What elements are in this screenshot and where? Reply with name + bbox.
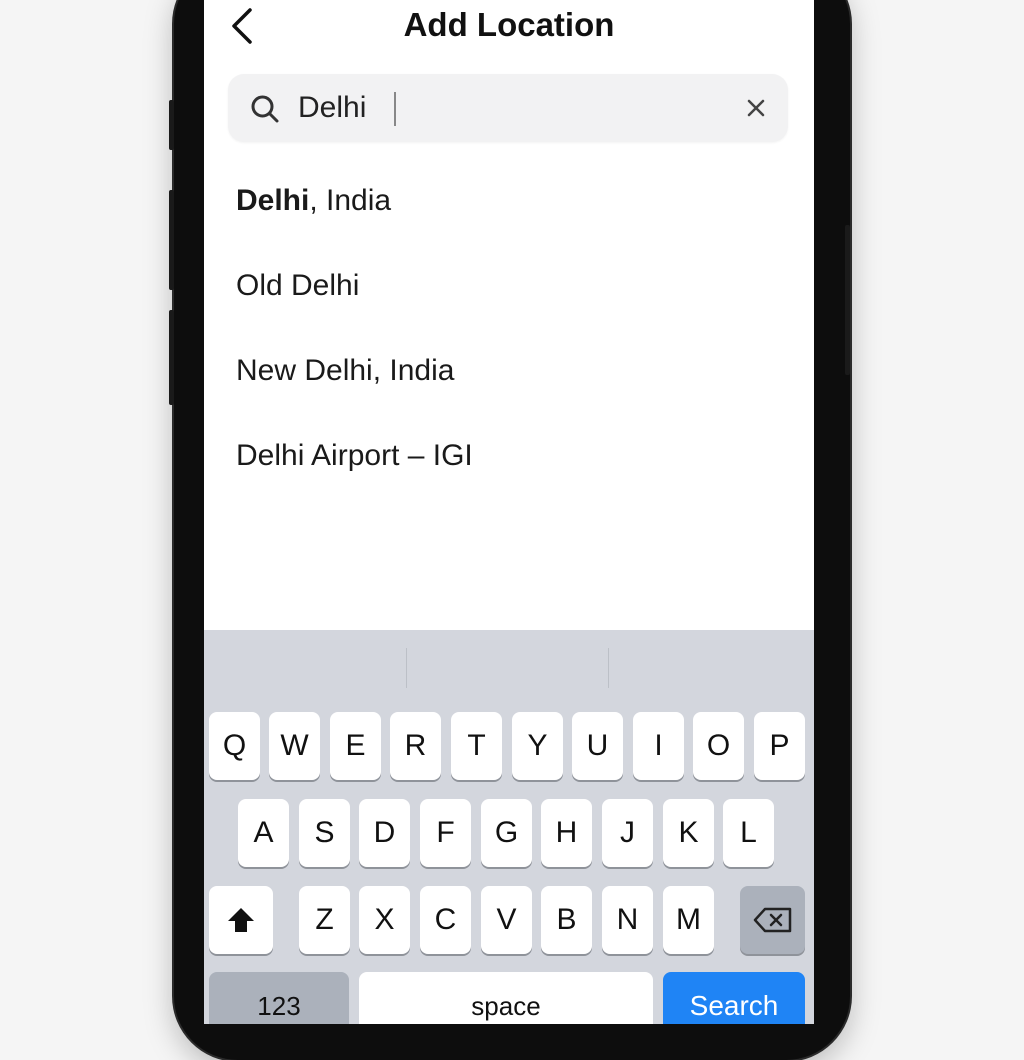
page-title: Add Location — [403, 6, 615, 43]
result-text: Delhi Airport – IGI — [236, 439, 473, 472]
clear-search-button[interactable] — [740, 92, 772, 124]
key-w[interactable]: W — [269, 712, 320, 780]
mute-switch — [169, 310, 174, 405]
key-x[interactable]: X — [359, 886, 410, 954]
key-c[interactable]: C — [420, 886, 471, 954]
power-button — [845, 225, 850, 375]
delete-key[interactable] — [740, 886, 805, 954]
volume-down-button — [169, 190, 174, 290]
key-f[interactable]: F — [420, 799, 471, 867]
key-d[interactable]: D — [359, 799, 410, 867]
key-v[interactable]: V — [481, 886, 532, 954]
key-a[interactable]: A — [238, 799, 289, 867]
volume-up-button — [169, 100, 174, 150]
predictive-bar — [204, 630, 814, 692]
key-s[interactable]: S — [299, 799, 350, 867]
search-input[interactable] — [298, 88, 718, 128]
key-m[interactable]: M — [663, 886, 714, 954]
key-g[interactable]: G — [481, 799, 532, 867]
result-item-delhi-india[interactable]: Delhi, India — [204, 160, 814, 245]
key-z[interactable]: Z — [299, 886, 350, 954]
search-bar — [228, 74, 788, 142]
result-item-new-delhi[interactable]: New Delhi, India — [204, 330, 814, 415]
numbers-key[interactable]: 123 — [209, 972, 349, 1024]
search-icon — [251, 95, 279, 123]
text-caret — [394, 92, 396, 126]
shift-key[interactable] — [209, 886, 273, 954]
key-y[interactable]: Y — [512, 712, 563, 780]
result-match-text: Delhi — [236, 184, 310, 217]
search-key[interactable]: Search — [663, 972, 805, 1024]
key-q[interactable]: Q — [209, 712, 260, 780]
result-text: New Delhi, India — [236, 354, 455, 387]
key-e[interactable]: E — [330, 712, 381, 780]
key-l[interactable]: L — [723, 799, 774, 867]
key-p[interactable]: P — [754, 712, 805, 780]
shift-arrow-icon — [228, 908, 254, 932]
keyboard: Q W E R T Y U I O P A S D F G H J K L Z … — [204, 630, 814, 1024]
key-u[interactable]: U — [572, 712, 623, 780]
suggestion-divider — [406, 648, 407, 688]
result-text: , India — [309, 184, 392, 217]
key-j[interactable]: J — [602, 799, 653, 867]
result-item-old-delhi[interactable]: Old Delhi — [204, 245, 814, 330]
suggestion-divider — [608, 648, 609, 688]
screen: Add Location Delhi, India Old Delhi New … — [204, 0, 814, 1024]
key-n[interactable]: N — [602, 886, 653, 954]
key-r[interactable]: R — [390, 712, 441, 780]
key-b[interactable]: B — [541, 886, 592, 954]
key-o[interactable]: O — [693, 712, 744, 780]
close-icon — [747, 99, 765, 117]
backspace-icon — [753, 907, 791, 933]
key-k[interactable]: K — [663, 799, 714, 867]
navigation-bar: Add Location — [204, 0, 814, 56]
key-t[interactable]: T — [451, 712, 502, 780]
key-h[interactable]: H — [541, 799, 592, 867]
space-key[interactable]: space — [359, 972, 653, 1024]
result-text: Old Delhi — [236, 269, 360, 302]
result-item-delhi-airport[interactable]: Delhi Airport – IGI — [204, 415, 814, 500]
key-i[interactable]: I — [633, 712, 684, 780]
search-results-list: Delhi, India Old Delhi New Delhi, India … — [204, 160, 814, 500]
